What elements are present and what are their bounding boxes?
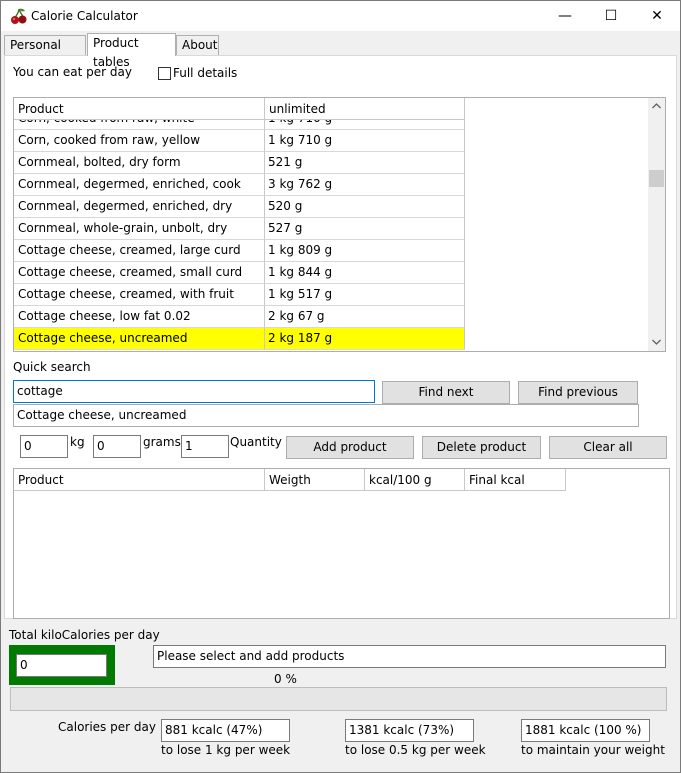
column-header-product[interactable]: Product: [14, 469, 265, 491]
amount-cell: 1 kg 844 g: [265, 262, 465, 284]
lose-half-kg-field[interactable]: 1381 kcalc (73%): [345, 719, 474, 742]
kg-label: kg: [70, 435, 85, 449]
search-result-field[interactable]: Cottage cheese, uncreamed: [13, 404, 639, 427]
product-name-cell: Corn, cooked from raw, yellow: [14, 130, 265, 152]
tab-product-tables[interactable]: Product tables: [87, 33, 176, 69]
product-name-cell: Cottage cheese, creamed, large curd: [14, 240, 265, 262]
amount-cell: 521 g: [265, 152, 465, 174]
lose-1kg-field[interactable]: 881 kcalc (47%): [161, 719, 290, 742]
product-name-cell: Cottage cheese, creamed, small curd: [14, 262, 265, 284]
table-row[interactable]: Corn, cooked from raw, yellow 1 kg 710 g: [14, 130, 465, 152]
maintain-weight-field[interactable]: 1881 kcalc (100 %): [521, 719, 650, 742]
lose-half-kg-caption: to lose 0.5 kg per week: [345, 743, 486, 757]
tab-about[interactable]: About: [176, 35, 219, 55]
full-details-label[interactable]: Full details: [173, 66, 237, 80]
product-name-cell: Cornmeal, whole-grain, unbolt, dry: [14, 218, 265, 240]
column-header-product[interactable]: Product: [14, 98, 265, 120]
product-name-cell: Cottage cheese, low fat 0.02: [14, 306, 265, 328]
selected-products-table[interactable]: Product Weigth kcal/100 g Final kcal: [13, 468, 670, 619]
product-name-cell: Cornmeal, degermed, enriched, dry: [14, 196, 265, 218]
progress-bar: [10, 687, 667, 711]
product-name-cell: Cottage cheese, uncreamed: [14, 328, 265, 350]
table-row[interactable]: Cottage cheese, creamed, large curd 1 kg …: [14, 240, 465, 262]
total-kcal-field[interactable]: 0: [16, 654, 107, 677]
title-bar: Calorie Calculator — ☐ ✕: [1, 1, 680, 31]
close-icon: ✕: [651, 8, 663, 24]
amount-cell: 2 kg 67 g: [265, 306, 465, 328]
find-previous-button[interactable]: Find previous: [518, 381, 638, 404]
cherries-icon: [11, 8, 27, 24]
maximize-icon: ☐: [604, 8, 618, 24]
maximize-button[interactable]: ☐: [588, 1, 634, 31]
close-button[interactable]: ✕: [634, 1, 680, 31]
full-details-checkbox[interactable]: [158, 67, 171, 80]
amount-cell: 520 g: [265, 196, 465, 218]
grams-label: grams: [143, 435, 181, 449]
column-header-unlimited[interactable]: unlimited: [265, 98, 465, 120]
product-table-scrollbar[interactable]: [648, 98, 665, 351]
kg-input[interactable]: 0: [20, 435, 68, 458]
amount-cell: 1 kg 710 g: [265, 120, 465, 130]
table-row[interactable]: Cornmeal, bolted, dry form 521 g: [14, 152, 465, 174]
quantity-input[interactable]: 1: [181, 435, 229, 458]
scrollbar-thumb[interactable]: [649, 170, 664, 187]
progress-percent: 0 %: [274, 672, 297, 686]
amount-cell: 1 kg 710 g: [265, 130, 465, 152]
table-row-selected[interactable]: Cottage cheese, uncreamed 2 kg 187 g: [14, 328, 465, 350]
minimize-button[interactable]: —: [542, 1, 588, 31]
window-title: Calorie Calculator: [31, 9, 138, 23]
product-name-cell: Cottage cheese, creamed, with fruit: [14, 284, 265, 306]
table-row[interactable]: Cottage cheese, creamed, with fruit 1 kg …: [14, 284, 465, 306]
status-message: Please select and add products: [153, 645, 666, 668]
scroll-down-icon[interactable]: [652, 339, 661, 345]
search-input[interactable]: cottage: [13, 380, 375, 403]
column-header-final-kcal[interactable]: Final kcal: [465, 469, 566, 491]
delete-product-button[interactable]: Delete product: [422, 436, 541, 459]
calories-per-day-label: Calories per day: [58, 720, 156, 734]
amount-cell: 2 kg 187 g: [265, 328, 465, 350]
table-row[interactable]: Cornmeal, degermed, enriched, cook 3 kg 7…: [14, 174, 465, 196]
product-name-cell: Cornmeal, bolted, dry form: [14, 152, 265, 174]
find-next-button[interactable]: Find next: [382, 381, 510, 404]
table-row[interactable]: Corn, cooked from raw, white 1 kg 710 g: [14, 120, 465, 130]
product-name-cell: Cornmeal, degermed, enriched, cook: [14, 174, 265, 196]
amount-cell: 1 kg 809 g: [265, 240, 465, 262]
quantity-label: Quantity: [230, 435, 282, 449]
maintain-weight-caption: to maintain your weight: [521, 743, 665, 757]
app-window: Calorie Calculator — ☐ ✕ Personal data P…: [0, 0, 681, 773]
table-row[interactable]: Cottage cheese, low fat 0.02 2 kg 67 g: [14, 306, 465, 328]
table-row[interactable]: Cornmeal, whole-grain, unbolt, dry 527 g: [14, 218, 465, 240]
amount-cell: 3 kg 762 g: [265, 174, 465, 196]
grams-input[interactable]: 0: [93, 435, 141, 458]
amount-cell: 1 kg 517 g: [265, 284, 465, 306]
product-table[interactable]: Product unlimited Corn, cooked from raw,…: [13, 97, 666, 352]
minimize-icon: —: [558, 8, 572, 24]
amount-cell: 527 g: [265, 218, 465, 240]
product-name-cell: Corn, cooked from raw, white: [14, 120, 265, 130]
add-product-button[interactable]: Add product: [286, 436, 414, 459]
clear-all-button[interactable]: Clear all: [549, 436, 667, 459]
scroll-up-icon[interactable]: [652, 103, 661, 109]
total-kcal-label: Total kiloCalories per day: [9, 628, 160, 642]
column-header-kcal-per-100g[interactable]: kcal/100 g: [365, 469, 465, 491]
table-row[interactable]: Cornmeal, degermed, enriched, dry 520 g: [14, 196, 465, 218]
table-row[interactable]: Cottage cheese, creamed, small curd 1 kg …: [14, 262, 465, 284]
column-header-weight[interactable]: Weigth: [265, 469, 365, 491]
quick-search-label: Quick search: [13, 360, 91, 374]
lose-1kg-caption: to lose 1 kg per week: [161, 743, 291, 757]
tab-personal-data[interactable]: Personal data: [4, 35, 86, 71]
product-rows: Corn, cooked from raw, white 1 kg 710 g …: [14, 120, 465, 351]
